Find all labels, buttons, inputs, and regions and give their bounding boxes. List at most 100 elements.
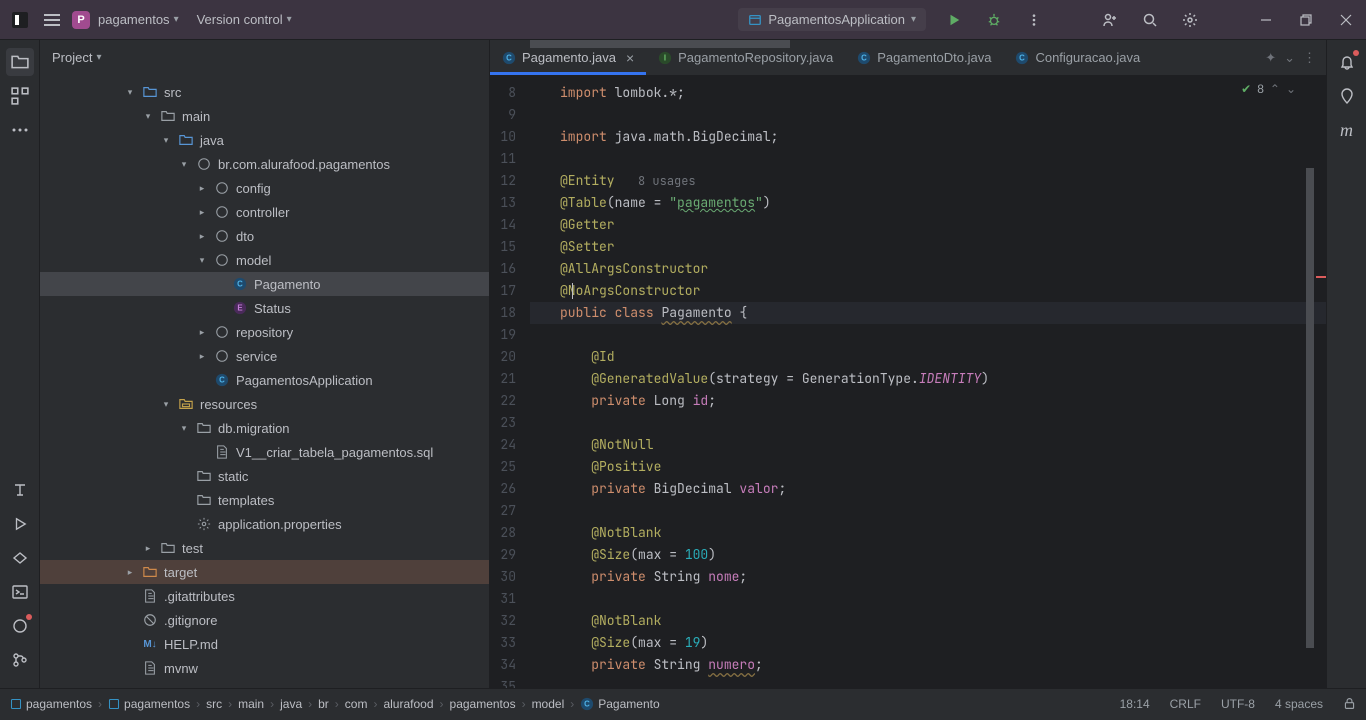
main-menu-icon[interactable] xyxy=(40,8,64,32)
tree-label: model xyxy=(236,253,271,268)
breadcrumb[interactable]: pagamentos›pagamentos›src›main›java›br›c… xyxy=(10,697,660,711)
file-encoding[interactable]: UTF-8 xyxy=(1221,697,1255,711)
tree-row[interactable]: ▾db.migration xyxy=(40,416,489,440)
tree-arrow-icon[interactable]: ▸ xyxy=(142,543,154,554)
breadcrumb-item[interactable]: pagamentos xyxy=(10,697,92,711)
tree-row[interactable]: EStatus xyxy=(40,296,489,320)
tree-row[interactable]: .gitattributes xyxy=(40,584,489,608)
code-with-me-icon[interactable] xyxy=(1098,8,1122,32)
tree-row[interactable]: templates xyxy=(40,488,489,512)
tree-arrow-icon[interactable]: ▾ xyxy=(178,423,190,434)
tree-arrow-icon[interactable]: ▸ xyxy=(124,567,136,578)
indent-info[interactable]: 4 spaces xyxy=(1275,697,1323,711)
tree-row[interactable]: ▾main xyxy=(40,104,489,128)
close-icon[interactable]: × xyxy=(626,50,634,66)
more-icon[interactable]: ⋮ xyxy=(1303,50,1316,66)
debug-button[interactable] xyxy=(982,8,1006,32)
search-icon[interactable] xyxy=(1138,8,1162,32)
breadcrumb-item[interactable]: main xyxy=(238,697,264,711)
tree-row[interactable]: CPagamentosApplication xyxy=(40,368,489,392)
settings-icon[interactable] xyxy=(1178,8,1202,32)
tree-row[interactable]: ▾java xyxy=(40,128,489,152)
more-actions-icon[interactable] xyxy=(1022,8,1046,32)
maven-tool-icon[interactable]: m xyxy=(1333,116,1361,144)
tree-arrow-icon[interactable]: ▸ xyxy=(196,207,208,218)
project-panel-header[interactable]: Project ▾ xyxy=(40,40,489,76)
breadcrumb-item[interactable]: pagamentos xyxy=(108,697,190,711)
structure-tool-icon[interactable] xyxy=(6,82,34,110)
tree-arrow-icon[interactable]: ▸ xyxy=(196,327,208,338)
tree-row[interactable]: CPagamento xyxy=(40,272,489,296)
tree-row[interactable]: mvnw xyxy=(40,656,489,680)
breadcrumb-item[interactable]: com xyxy=(345,697,368,711)
tree-arrow-icon[interactable]: ▾ xyxy=(178,159,190,170)
breadcrumb-item[interactable]: alurafood xyxy=(383,697,433,711)
restore-icon[interactable] xyxy=(1294,8,1318,32)
tree-arrow-icon[interactable]: ▸ xyxy=(196,231,208,242)
code-lines[interactable]: import lombok.*; import java.math.BigDec… xyxy=(530,76,1326,688)
editor-scrollbar-v[interactable] xyxy=(1306,76,1314,688)
tree-row[interactable]: M↓HELP.md xyxy=(40,632,489,656)
tree-row[interactable]: ▸service xyxy=(40,344,489,368)
tree-arrow-icon[interactable]: ▾ xyxy=(142,111,154,122)
chevron-down-icon[interactable]: ⌄ xyxy=(1284,50,1295,66)
line-separator[interactable]: CRLF xyxy=(1170,697,1201,711)
tree-row[interactable]: ▸repository xyxy=(40,320,489,344)
close-icon[interactable] xyxy=(1334,8,1358,32)
tree-arrow-icon[interactable]: ▾ xyxy=(160,399,172,410)
problems-tool-icon[interactable] xyxy=(6,612,34,640)
breadcrumb-item[interactable]: model xyxy=(532,697,565,711)
breadcrumb-item[interactable]: CPagamento xyxy=(580,697,659,711)
cursor-position[interactable]: 18:14 xyxy=(1120,697,1150,711)
vcs-tool-icon[interactable] xyxy=(6,646,34,674)
editor-tab[interactable]: CPagamento.java× xyxy=(490,40,646,75)
tree-arrow-icon[interactable]: ▸ xyxy=(196,351,208,362)
tree-arrow-icon[interactable]: ▾ xyxy=(196,255,208,266)
ai-assistant-icon[interactable] xyxy=(1333,82,1361,110)
tab-label: Configuracao.java xyxy=(1035,50,1140,65)
project-tool-icon[interactable] xyxy=(6,48,34,76)
editor-tab[interactable]: CPagamentoDto.java xyxy=(845,40,1003,75)
code-area[interactable]: ✔ 8 ⌃ ⌄ 89101112131415161718192021222324… xyxy=(490,76,1326,688)
ai-icon[interactable]: ✦ xyxy=(1265,50,1276,66)
error-stripe[interactable] xyxy=(1314,76,1326,688)
run-tool-icon[interactable] xyxy=(6,510,34,538)
tree-arrow-icon[interactable]: ▾ xyxy=(124,87,136,98)
breadcrumb-item[interactable]: pagamentos xyxy=(450,697,516,711)
run-button[interactable] xyxy=(942,8,966,32)
editor-tab[interactable]: IPagamentoRepository.java xyxy=(646,40,845,75)
tree-row[interactable]: .gitignore xyxy=(40,608,489,632)
tree-arrow-icon[interactable]: ▾ xyxy=(160,135,172,146)
tree-row[interactable]: static xyxy=(40,464,489,488)
project-tree[interactable]: ▾src▾main▾java▾br.com.alurafood.pagament… xyxy=(40,76,489,688)
tree-row[interactable]: ▾ br.com.alurafood.pagamentos xyxy=(40,152,489,176)
tree-row[interactable]: ▸config xyxy=(40,176,489,200)
tree-row[interactable]: ▾src xyxy=(40,80,489,104)
services-tool-icon[interactable] xyxy=(6,544,34,572)
notifications-icon[interactable] xyxy=(1333,48,1361,76)
tree-row[interactable]: V1__criar_tabela_pagamentos.sql xyxy=(40,440,489,464)
tree-row[interactable]: ▸controller xyxy=(40,200,489,224)
minimize-icon[interactable] xyxy=(1254,8,1278,32)
tree-row[interactable]: ▸target xyxy=(40,560,489,584)
project-selector[interactable]: pagamentos▾ xyxy=(98,12,179,27)
breadcrumb-item[interactable]: br xyxy=(318,697,329,711)
class-icon: C xyxy=(232,277,248,291)
readonly-icon[interactable] xyxy=(1343,697,1356,710)
text-tool-icon[interactable] xyxy=(6,476,34,504)
vcs-selector[interactable]: Version control▾ xyxy=(197,12,292,27)
app-icon[interactable] xyxy=(8,8,32,32)
tree-row[interactable]: application.properties xyxy=(40,512,489,536)
run-config-selector[interactable]: PagamentosApplication ▾ xyxy=(738,8,926,31)
breadcrumb-item[interactable]: java xyxy=(280,697,302,711)
terminal-tool-icon[interactable] xyxy=(6,578,34,606)
tree-row[interactable]: ▸test xyxy=(40,536,489,560)
tree-label: br.com.alurafood.pagamentos xyxy=(218,157,390,172)
tree-row[interactable]: ▾ model xyxy=(40,248,489,272)
breadcrumb-item[interactable]: src xyxy=(206,697,222,711)
tree-row[interactable]: ▸dto xyxy=(40,224,489,248)
more-tools-icon[interactable] xyxy=(6,116,34,144)
editor-tab[interactable]: CConfiguracao.java xyxy=(1003,40,1152,75)
tree-arrow-icon[interactable]: ▸ xyxy=(196,183,208,194)
tree-row[interactable]: ▾resources xyxy=(40,392,489,416)
